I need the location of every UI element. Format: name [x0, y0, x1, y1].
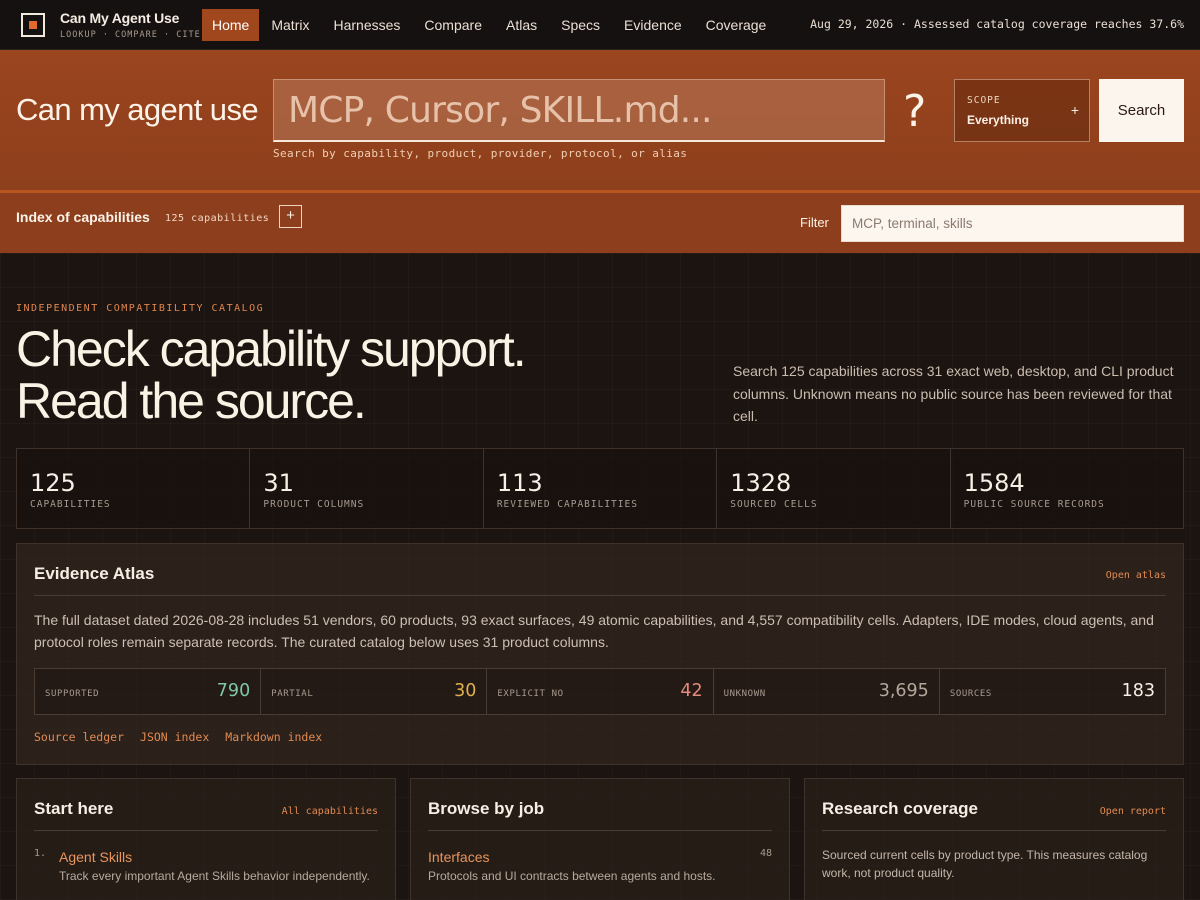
metric-label: UNKNOWN: [723, 689, 766, 699]
list-item-count: 48: [759, 848, 772, 859]
hero-kicker: INDEPENDENT COMPATIBILITY CATALOG: [16, 303, 265, 314]
interfaces-link[interactable]: Interfaces: [428, 849, 489, 865]
stat-number: 31: [263, 469, 294, 497]
metric-value: 790: [216, 681, 251, 701]
nav-harnesses[interactable]: Harnesses: [321, 9, 412, 41]
divider: [34, 595, 1166, 596]
stat-reviewed-capabilities: 113 REVIEWED CAPABILITIES: [484, 449, 718, 528]
question-mark: ?: [903, 86, 927, 137]
stat-number: 125: [30, 469, 76, 497]
scope-select[interactable]: SCOPE Everything +: [954, 79, 1090, 142]
stat-label: SOURCED CELLS: [730, 499, 818, 510]
divider: [428, 830, 772, 831]
card-title: Start here: [34, 799, 114, 818]
metric-explicit-no: EXPLICIT NO 42: [487, 669, 714, 714]
atlas-metrics: SUPPORTED 790 PARTIAL 30 EXPLICIT NO 42 …: [34, 668, 1166, 715]
main-content: INDEPENDENT COMPATIBILITY CATALOG Check …: [0, 253, 1200, 900]
nav-coverage[interactable]: Coverage: [694, 9, 779, 41]
nav-atlas[interactable]: Atlas: [494, 9, 549, 41]
card-title: Browse by job: [428, 799, 545, 818]
evidence-atlas-panel: Evidence Atlas Open atlas The full datas…: [16, 543, 1184, 765]
start-here-card: Start here All capabilities 1. Agent Ski…: [16, 778, 396, 900]
stat-label: PRODUCT COLUMNS: [263, 499, 365, 510]
list-item-description: Track every important Agent Skills behav…: [59, 869, 370, 883]
stat-public-source-records: 1584 PUBLIC SOURCE RECORDS: [951, 449, 1183, 528]
stat-label: REVIEWED CAPABILITIES: [496, 499, 638, 510]
top-navigation: Can My Agent Use LOOKUP · COMPARE · CITE…: [0, 0, 1200, 50]
metric-value: 183: [1121, 681, 1156, 701]
card-title: Research coverage: [822, 799, 978, 818]
main-nav: Home Matrix Harnesses Compare Atlas Spec…: [202, 9, 778, 41]
stat-label: PUBLIC SOURCE RECORDS: [963, 499, 1105, 510]
search-button[interactable]: Search: [1099, 79, 1184, 142]
nav-matrix[interactable]: Matrix: [259, 9, 321, 41]
metric-value: 3,695: [878, 681, 929, 701]
list-item-description: Protocols and UI contracts between agent…: [428, 869, 716, 883]
atlas-description: The full dataset dated 2026-08-28 includ…: [34, 612, 1154, 650]
filter-label: Filter: [800, 215, 829, 230]
metric-partial: PARTIAL 30: [261, 669, 488, 714]
browse-by-job-card: Browse by job Interfaces Protocols and U…: [410, 778, 790, 900]
markdown-index-link[interactable]: Markdown index: [225, 730, 322, 744]
list-item-number: 1.: [34, 848, 47, 859]
atlas-links: Source ledger JSON index Markdown index: [34, 730, 322, 744]
scope-plus-icon: +: [1070, 102, 1079, 118]
open-atlas-link[interactable]: Open atlas: [1106, 570, 1166, 581]
metric-value: 42: [680, 681, 703, 701]
stat-number: 1584: [963, 469, 1025, 497]
stat-label: CAPABILITIES: [30, 499, 111, 510]
search-lead: Can my agent use: [16, 92, 259, 127]
stat-sourced-cells: 1328 SOURCED CELLS: [717, 449, 951, 528]
metric-label: SUPPORTED: [45, 689, 100, 699]
divider: [822, 830, 1166, 831]
hero-title: Check capability support. Read the sourc…: [16, 323, 656, 427]
json-index-link[interactable]: JSON index: [140, 730, 209, 744]
index-title: Index of capabilities: [16, 209, 150, 225]
index-count: 125 capabilities: [165, 213, 270, 224]
scope-value: Everything: [967, 113, 1030, 127]
metric-label: EXPLICIT NO: [497, 689, 564, 699]
coverage-status[interactable]: Aug 29, 2026 · Assessed catalog coverage…: [810, 17, 1184, 31]
hero-title-line-1: Check capability support.: [16, 321, 527, 377]
all-capabilities-link[interactable]: All capabilities: [282, 806, 378, 817]
logo-icon[interactable]: [21, 13, 45, 37]
filter-input[interactable]: [841, 205, 1184, 242]
stat-number: 1328: [730, 469, 792, 497]
expand-index-button[interactable]: +: [279, 205, 302, 228]
nav-home[interactable]: Home: [202, 9, 260, 41]
metric-label: PARTIAL: [271, 689, 314, 699]
stat-capabilities: 125 CAPABILITIES: [17, 449, 251, 528]
search-band: Can my agent use Search by capability, p…: [0, 50, 1200, 190]
scope-label: SCOPE: [967, 95, 1001, 106]
open-report-link[interactable]: Open report: [1100, 806, 1166, 817]
atlas-title: Evidence Atlas: [34, 564, 155, 583]
stat-number: 113: [496, 469, 543, 497]
search-help-text: Search by capability, product, provider,…: [273, 147, 688, 160]
nav-compare[interactable]: Compare: [412, 9, 494, 41]
search-input-wrapper: [273, 79, 885, 142]
nav-specs[interactable]: Specs: [549, 9, 612, 41]
stats-row: 125 CAPABILITIES 31 PRODUCT COLUMNS 113 …: [16, 448, 1184, 529]
metric-sources: SOURCES 183: [940, 669, 1165, 714]
search-input[interactable]: [274, 80, 884, 140]
index-band: Index of capabilities 125 capabilities +…: [0, 190, 1200, 253]
hero-description: Search 125 capabilities across 31 exact …: [733, 363, 1174, 424]
metric-value: 30: [454, 681, 477, 701]
stat-product-columns: 31 PRODUCT COLUMNS: [250, 449, 484, 528]
research-coverage-card: Research coverage Open report Sourced cu…: [804, 778, 1184, 900]
coverage-description: Sourced current cells by product type. T…: [822, 848, 1148, 880]
nav-evidence[interactable]: Evidence: [612, 9, 694, 41]
divider: [34, 830, 378, 831]
metric-supported: SUPPORTED 790: [35, 669, 262, 714]
source-ledger-link[interactable]: Source ledger: [34, 730, 124, 744]
brand-title: Can My Agent Use: [60, 10, 180, 26]
brand[interactable]: Can My Agent Use LOOKUP · COMPARE · CITE: [60, 10, 201, 40]
agent-skills-link[interactable]: Agent Skills: [59, 849, 132, 865]
brand-subtitle: LOOKUP · COMPARE · CITE: [60, 30, 201, 40]
metric-label: SOURCES: [949, 689, 992, 699]
metric-unknown: UNKNOWN 3,695: [714, 669, 940, 714]
hero-title-line-2: Read the source.: [16, 373, 367, 429]
